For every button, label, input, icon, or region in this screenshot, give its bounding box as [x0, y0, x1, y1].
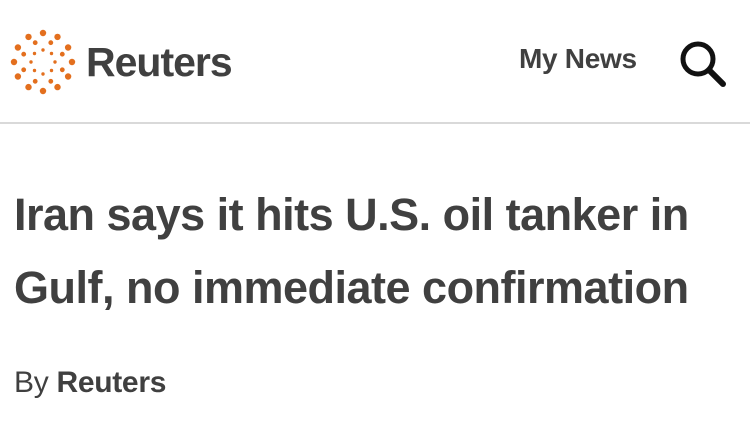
headline-line-1: Iran says it hits U.S. oil tanker in: [14, 189, 689, 240]
byline-prefix: By: [14, 366, 49, 399]
article-byline: By Reuters: [14, 366, 166, 400]
reuters-logo[interactable]: Reuters: [10, 26, 233, 98]
headline-line-2: Gulf, no immediate confirmation: [14, 262, 689, 313]
my-news-link[interactable]: My News: [519, 43, 637, 75]
logo-wordmark: Reuters: [86, 38, 233, 85]
article-headline: Iran says it hits U.S. oil tanker in Gul…: [14, 178, 750, 324]
site-header: Reuters My News: [0, 0, 750, 124]
search-icon: [680, 41, 726, 87]
search-button[interactable]: [677, 38, 727, 88]
byline-author-link[interactable]: Reuters: [56, 366, 166, 399]
reuters-logo-icon: [10, 29, 76, 95]
